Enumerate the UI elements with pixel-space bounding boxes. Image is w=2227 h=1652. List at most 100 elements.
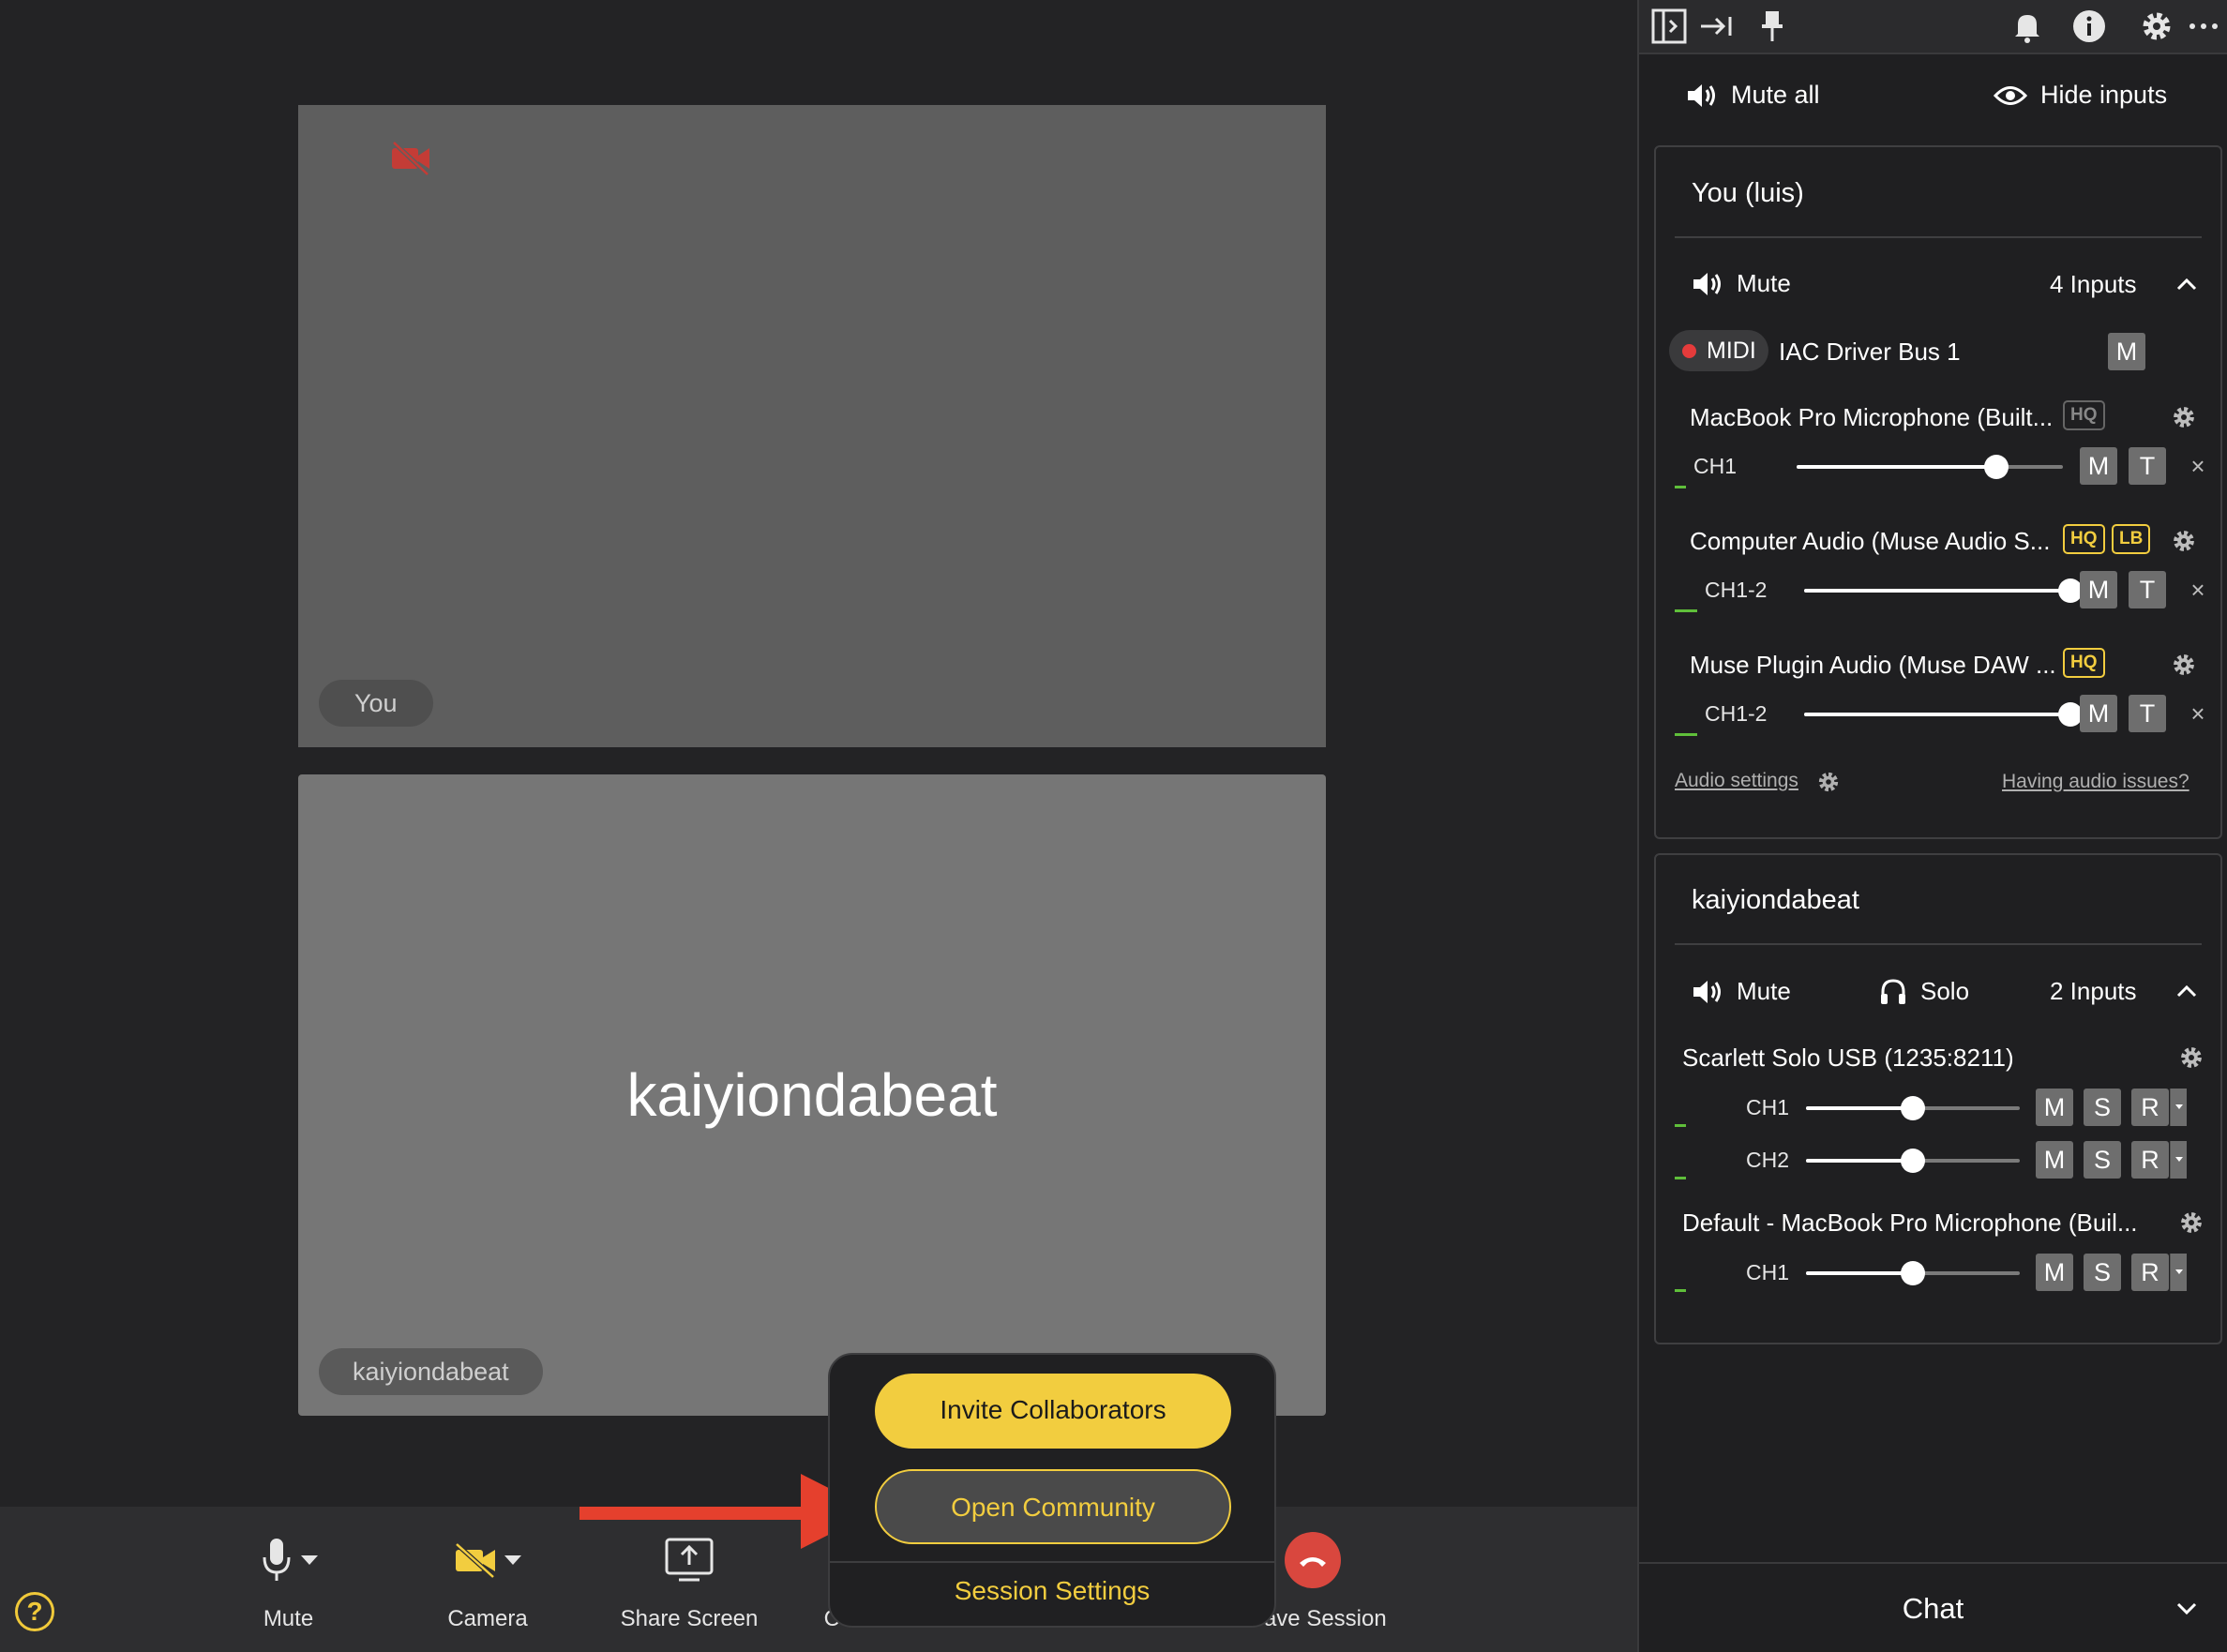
channel-mute-button[interactable]: M <box>2036 1141 2073 1179</box>
channel-label: CH1 <box>1693 454 1738 478</box>
pin-icon[interactable] <box>1752 6 1793 47</box>
midi-mute-button[interactable]: M <box>2108 333 2145 370</box>
volume-slider[interactable] <box>1806 1149 2020 1173</box>
midi-badge: MIDI <box>1669 330 1768 371</box>
hide-inputs-label: Hide inputs <box>2040 81 2168 109</box>
speaker-icon <box>1693 980 1721 1003</box>
device-name: Default - MacBook Pro Microphone (Buil..… <box>1682 1209 2138 1237</box>
slider-knob[interactable] <box>1901 1261 1925 1285</box>
input-mute-button[interactable]: M <box>2080 447 2117 485</box>
headphones-icon <box>1881 978 1905 1004</box>
input-talkback-button[interactable]: T <box>2129 571 2166 608</box>
video-tile-you: You <box>298 105 1326 747</box>
slider-fill <box>1806 1159 1913 1163</box>
volume-slider[interactable] <box>1806 1261 2020 1285</box>
level-meter <box>1675 486 1686 488</box>
audio-settings-link[interactable]: Audio settings <box>1675 770 1798 792</box>
volume-slider[interactable] <box>1804 702 2083 727</box>
info-icon[interactable] <box>2069 6 2110 47</box>
input-gear-icon[interactable] <box>2170 403 2198 431</box>
channel-record-button[interactable]: R <box>2131 1141 2169 1179</box>
chevron-up-icon[interactable] <box>2175 984 2198 999</box>
input-talkback-button[interactable]: T <box>2129 695 2166 732</box>
input-talkback-button[interactable]: T <box>2129 447 2166 485</box>
channel-mute-button[interactable]: M <box>2036 1089 2073 1126</box>
chat-bar[interactable]: Chat <box>1639 1562 2227 1652</box>
input-gear-icon[interactable] <box>2170 527 2198 555</box>
help-icon[interactable]: ? <box>15 1592 54 1631</box>
input-mute-button[interactable]: M <box>2080 695 2117 732</box>
tile-name-tag-you: You <box>319 680 433 727</box>
hide-inputs-button[interactable]: Hide inputs <box>1994 81 2167 110</box>
panel-topbar <box>1639 0 2227 54</box>
remove-input-icon[interactable]: × <box>2187 454 2209 478</box>
midi-device-name: IAC Driver Bus 1 <box>1779 338 1961 366</box>
participant-solo-button[interactable]: Solo <box>1879 977 1969 1006</box>
hq-tag: HQ <box>2063 524 2105 554</box>
chevron-up-icon[interactable] <box>2175 277 2198 292</box>
lb-tag: LB <box>2112 524 2151 554</box>
volume-slider[interactable] <box>1806 1096 2020 1120</box>
midi-label: MIDI <box>1707 338 1756 364</box>
remove-input-icon[interactable]: × <box>2187 701 2209 726</box>
mute-dropdown-caret-icon[interactable] <box>300 1555 318 1565</box>
participant-name: kaiyiondabeat <box>1692 885 1859 915</box>
slider-knob[interactable] <box>1901 1149 1925 1173</box>
device-gear-icon[interactable] <box>2177 1044 2205 1072</box>
channel-record-button[interactable]: R <box>2131 1089 2169 1126</box>
channel-solo-button[interactable]: S <box>2084 1254 2121 1291</box>
microphone-icon <box>263 1539 290 1581</box>
session-settings-link[interactable]: Session Settings <box>830 1576 1274 1606</box>
mute-button[interactable]: Mute <box>234 1533 342 1632</box>
channel-solo-button[interactable]: S <box>2084 1141 2121 1179</box>
mute-label: Mute <box>1737 977 1791 1005</box>
slider-knob[interactable] <box>1984 455 2009 479</box>
participant-name: You (luis) <box>1692 178 1804 208</box>
hq-tag: HQ <box>2063 648 2105 678</box>
level-meter <box>1675 733 1697 736</box>
channel-record-button[interactable]: R <box>2131 1254 2169 1291</box>
slider-fill <box>1806 1106 1913 1110</box>
participant-card-kaiyiondabeat: kaiyiondabeat Mute Solo 2 Inputs Scarlet… <box>1654 853 2222 1344</box>
video-tile-kaiyiondabeat: kaiyiondabeat kaiyiondabeat <box>298 774 1326 1416</box>
mute-all-button[interactable]: Mute all <box>1686 81 1820 110</box>
participant-mute-button[interactable]: Mute <box>1692 269 1791 298</box>
camera-button[interactable]: Camera <box>436 1533 539 1632</box>
settings-gear-icon[interactable] <box>2136 6 2177 47</box>
popup-divider <box>830 1561 1274 1563</box>
input-mute-button[interactable]: M <box>2080 571 2117 608</box>
hq-tag: HQ <box>2063 400 2105 430</box>
slider-fill <box>1797 465 1996 469</box>
input-gear-icon[interactable] <box>2170 651 2198 679</box>
midi-status-dot <box>1682 344 1696 358</box>
mute-all-label: Mute all <box>1731 81 1820 109</box>
card-divider <box>1675 943 2202 945</box>
channel-dropdown-icon[interactable] <box>2170 1141 2187 1179</box>
audio-issues-link[interactable]: Having audio issues? <box>2002 771 2189 793</box>
chevron-down-icon[interactable] <box>2175 1601 2198 1616</box>
camera-dropdown-caret-icon[interactable] <box>504 1555 521 1565</box>
solo-label: Solo <box>1920 977 1970 1005</box>
slider-knob[interactable] <box>1901 1096 1925 1120</box>
channel-dropdown-icon[interactable] <box>2170 1254 2187 1291</box>
open-community-button[interactable]: Open Community <box>875 1469 1231 1544</box>
level-meter <box>1675 1177 1686 1179</box>
channel-mute-button[interactable]: M <box>2036 1254 2073 1291</box>
channel-solo-button[interactable]: S <box>2084 1089 2121 1126</box>
participant-mute-button[interactable]: Mute <box>1692 977 1791 1006</box>
volume-slider[interactable] <box>1797 455 2063 479</box>
audio-settings-gear-icon[interactable] <box>1815 769 1842 795</box>
level-meter <box>1675 1124 1686 1127</box>
channel-dropdown-icon[interactable] <box>2170 1089 2187 1126</box>
remove-input-icon[interactable]: × <box>2187 578 2209 602</box>
channel-label: CH1-2 <box>1705 701 1768 726</box>
input-name: Muse Plugin Audio (Muse DAW ... <box>1690 651 2056 679</box>
collapse-right-icon[interactable] <box>1695 6 1737 47</box>
volume-slider[interactable] <box>1804 578 2083 603</box>
device-gear-icon[interactable] <box>2177 1209 2205 1237</box>
sidebar-toggle-icon[interactable] <box>1648 6 1690 47</box>
more-options-icon[interactable] <box>2183 6 2224 47</box>
invite-collaborators-button[interactable]: Invite Collaborators <box>875 1374 1231 1449</box>
channel-label: CH1-2 <box>1705 578 1768 602</box>
bell-icon[interactable] <box>2007 6 2048 47</box>
